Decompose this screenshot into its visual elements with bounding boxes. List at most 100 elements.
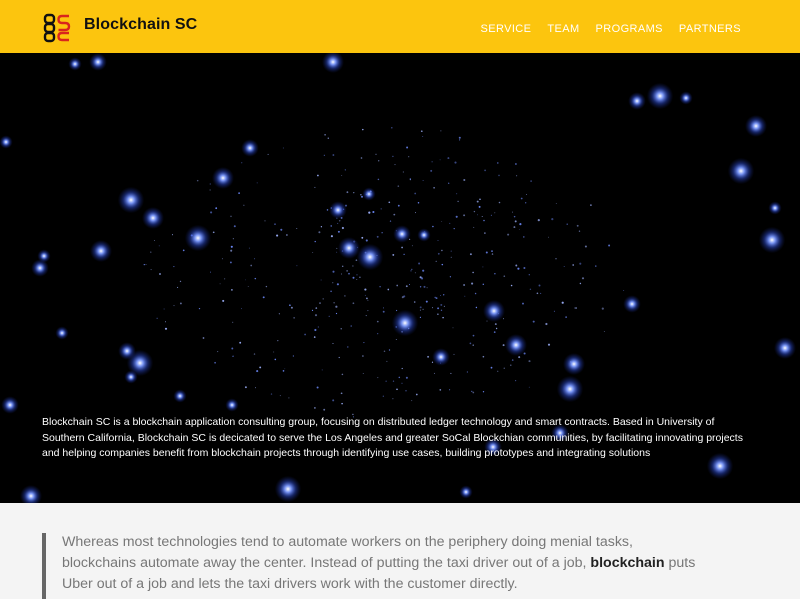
star-dot xyxy=(316,386,319,389)
star-dot xyxy=(214,361,216,364)
star-dot xyxy=(507,233,510,236)
glow-star xyxy=(362,187,376,201)
star-dot xyxy=(182,249,185,252)
star-dot xyxy=(159,273,161,275)
nav-menu: SERVICE TEAM PROGRAMS PARTNERS xyxy=(480,23,741,35)
star-dot xyxy=(472,334,475,337)
star-dot xyxy=(584,245,587,248)
star-dot xyxy=(352,276,355,279)
star-dot xyxy=(346,191,349,194)
star-dot xyxy=(241,162,243,164)
star-dot xyxy=(163,308,165,310)
star-dot xyxy=(440,303,443,306)
star-dot xyxy=(522,302,524,305)
star-dot xyxy=(420,130,423,133)
star-dot xyxy=(472,344,474,346)
star-dot xyxy=(293,317,295,319)
glow-star xyxy=(20,485,42,503)
star-dot xyxy=(341,373,344,376)
star-dot xyxy=(360,195,364,198)
glow-star xyxy=(483,300,505,322)
star-dot xyxy=(143,263,145,266)
brand-name[interactable]: Blockchain SC xyxy=(84,16,197,34)
nav-team[interactable]: TEAM xyxy=(547,23,579,35)
nav-programs[interactable]: PROGRAMS xyxy=(596,23,663,35)
star-dot xyxy=(335,312,338,315)
star-dot xyxy=(437,240,439,241)
star-dot xyxy=(314,407,316,409)
star-dot xyxy=(503,275,506,278)
star-dot xyxy=(401,296,404,299)
star-dot xyxy=(253,353,256,355)
star-dot xyxy=(448,182,450,184)
star-dot xyxy=(350,325,352,327)
star-dot xyxy=(320,279,322,281)
star-dot xyxy=(290,306,293,309)
star-dot xyxy=(392,380,395,382)
glow-star xyxy=(274,475,302,503)
blockquote: Whereas most technologies tend to automa… xyxy=(62,532,702,595)
star-dot xyxy=(314,240,316,243)
star-dot xyxy=(463,178,466,182)
star-dot xyxy=(450,250,452,252)
star-dot xyxy=(341,402,343,405)
star-dot xyxy=(601,307,604,310)
star-dot xyxy=(332,343,334,344)
nav-partners[interactable]: PARTNERS xyxy=(679,23,741,35)
star-dot xyxy=(233,225,236,228)
star-dot xyxy=(250,264,253,267)
star-dot xyxy=(503,367,505,369)
glow-star xyxy=(417,228,431,242)
star-dot xyxy=(452,327,454,329)
star-dot xyxy=(486,320,488,322)
star-dot xyxy=(312,252,314,254)
star-dot xyxy=(240,308,243,310)
star-dot xyxy=(382,310,385,313)
star-dot xyxy=(425,300,428,303)
star-dot xyxy=(314,328,317,332)
star-dot xyxy=(164,327,168,330)
star-dot xyxy=(177,286,179,288)
star-dot xyxy=(419,306,422,309)
star-dot xyxy=(321,369,323,371)
star-dot xyxy=(341,265,344,268)
star-dot xyxy=(359,276,361,279)
star-dot xyxy=(547,343,551,346)
navbar: Blockchain SC SERVICE TEAM PROGRAMS PART… xyxy=(0,0,800,53)
star-dot xyxy=(286,234,288,236)
star-dot xyxy=(443,294,445,296)
star-dot xyxy=(230,245,233,248)
glow-star xyxy=(556,375,584,403)
glow-star xyxy=(90,240,112,262)
star-dot xyxy=(431,361,434,363)
star-dot xyxy=(375,153,377,155)
star-dot xyxy=(494,212,496,214)
star-dot xyxy=(440,309,443,311)
star-dot xyxy=(340,392,343,395)
star-dot xyxy=(264,220,266,222)
star-dot xyxy=(179,280,182,283)
blockchain-chain-logo-icon[interactable] xyxy=(43,13,73,43)
star-dot xyxy=(282,370,285,372)
star-dot xyxy=(510,364,512,366)
star-dot xyxy=(229,261,232,264)
star-dot xyxy=(510,284,513,287)
glow-star xyxy=(628,92,646,110)
star-dot xyxy=(276,234,279,237)
star-dot xyxy=(326,209,329,211)
quote-emphasis: blockchain xyxy=(590,555,665,571)
star-dot xyxy=(403,253,405,256)
star-dot xyxy=(411,245,413,247)
nav-service[interactable]: SERVICE xyxy=(480,23,531,35)
star-dot xyxy=(433,187,435,189)
star-dot xyxy=(563,265,565,268)
star-dot xyxy=(538,284,541,287)
star-dot xyxy=(511,359,514,361)
star-dot xyxy=(456,193,458,195)
star-dot xyxy=(145,263,147,265)
star-dot xyxy=(319,302,321,304)
star-dot xyxy=(284,368,286,370)
star-dot xyxy=(410,270,412,272)
star-dot xyxy=(219,283,221,285)
star-dot xyxy=(338,220,341,222)
